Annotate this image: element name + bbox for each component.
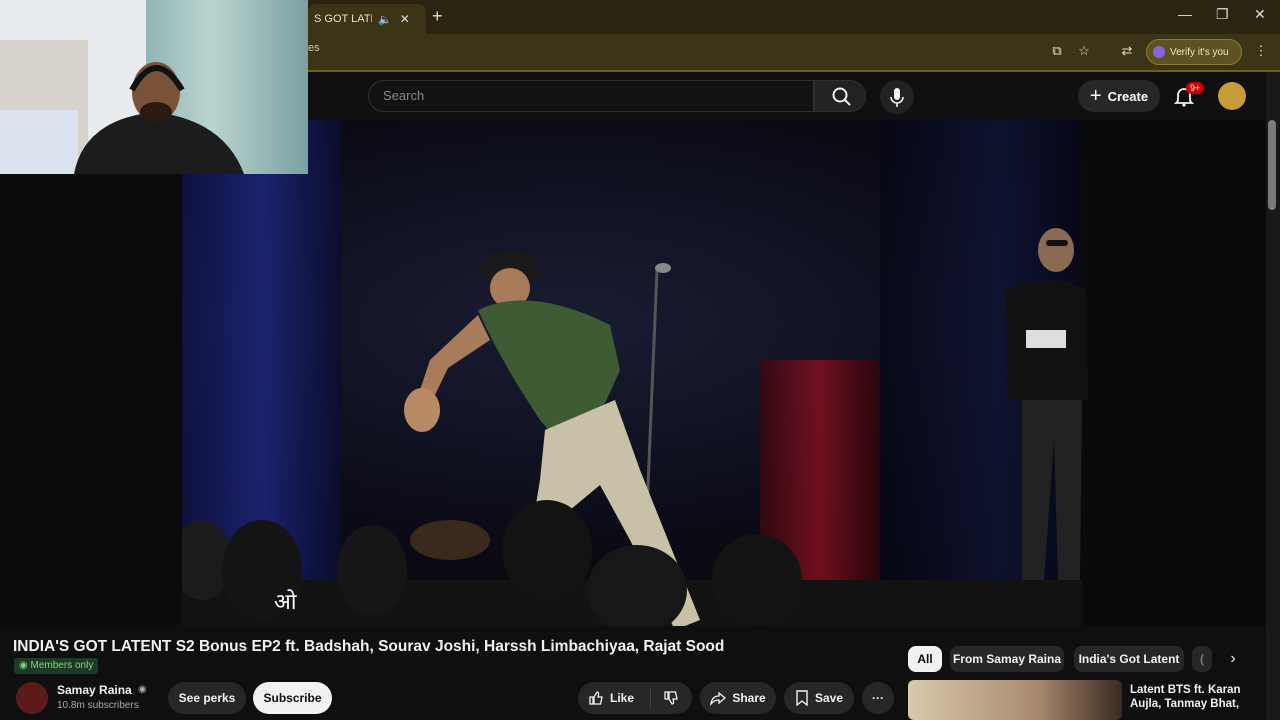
- microphone-icon: [890, 88, 904, 107]
- more-horizontal-icon: ···: [872, 691, 884, 705]
- webcam-screen: [0, 110, 78, 174]
- verify-label: Verify it's you: [1170, 46, 1229, 58]
- recommended-thumbnail[interactable]: [908, 680, 1122, 720]
- close-tab-icon[interactable]: ✕: [400, 12, 410, 26]
- new-tab-icon[interactable]: +: [432, 6, 443, 27]
- recommended-title[interactable]: Latent BTS ft. Karan Aujla, Tanmay Bhat,: [1130, 683, 1260, 711]
- video-player[interactable]: ओ: [0, 120, 1266, 626]
- speaker-icon[interactable]: 🔈: [378, 13, 392, 26]
- subscribe-label: Subscribe: [263, 691, 322, 705]
- channel-name[interactable]: Samay Raina: [57, 683, 132, 697]
- extensions-icon[interactable]: ⇄: [1118, 42, 1136, 60]
- search-button[interactable]: [814, 80, 866, 112]
- webcam-overlay: [0, 0, 308, 174]
- chip-partial[interactable]: (: [1192, 646, 1212, 672]
- create-button[interactable]: + Create: [1078, 80, 1160, 112]
- video-subtitle: ओ: [274, 589, 297, 614]
- video-left-shadow: [0, 120, 182, 626]
- scrollbar-thumb[interactable]: [1268, 120, 1276, 210]
- chip-from-samay-raina[interactable]: From Samay Raina: [950, 646, 1064, 672]
- see-perks-label: See perks: [178, 691, 236, 705]
- save-icon: [796, 690, 808, 706]
- plus-icon: +: [1089, 85, 1102, 107]
- maximize-icon[interactable]: ❐: [1216, 6, 1229, 23]
- members-only-badge: ◉ Members only: [14, 658, 99, 674]
- security-guard-figure: [1006, 228, 1088, 597]
- tab-title: S GOT LATENT: [314, 13, 372, 25]
- channel-avatar[interactable]: [16, 682, 48, 714]
- window-close-icon[interactable]: ✕: [1254, 6, 1266, 23]
- voice-search-button[interactable]: [880, 80, 914, 114]
- like-dislike-group: Like: [578, 682, 692, 714]
- more-actions-button[interactable]: ···: [862, 682, 894, 714]
- chip-indias-got-latent[interactable]: India's Got Latent: [1074, 646, 1184, 672]
- like-button[interactable]: Like: [588, 688, 651, 708]
- save-button[interactable]: Save: [784, 682, 854, 714]
- thumbs-down-icon: [664, 691, 678, 705]
- members-label: Members only: [30, 660, 94, 671]
- share-button[interactable]: Share: [700, 682, 776, 714]
- thumbs-up-icon: [589, 691, 603, 705]
- see-perks-button[interactable]: See perks: [168, 682, 246, 714]
- verify-button[interactable]: Verify it's you: [1146, 39, 1242, 65]
- video-title: INDIA'S GOT LATENT S2 Bonus EP2 ft. Bads…: [13, 638, 725, 655]
- like-label: Like: [610, 691, 635, 705]
- webcam-person: [74, 62, 244, 174]
- search-input[interactable]: Search: [368, 80, 814, 112]
- notification-count-badge: 9+: [1186, 82, 1205, 94]
- profile-dot-icon: [1153, 46, 1165, 58]
- chip-all[interactable]: All: [908, 646, 942, 672]
- video-right-shadow: [1082, 120, 1266, 626]
- bookmark-star-icon[interactable]: ☆: [1075, 42, 1093, 60]
- browser-tab[interactable]: S GOT LATENT 🔈 ✕: [308, 4, 426, 34]
- subscribe-button[interactable]: Subscribe: [253, 682, 332, 714]
- chevron-right-icon[interactable]: ›: [1222, 648, 1244, 670]
- url-text[interactable]: es: [308, 42, 320, 54]
- browser-menu-icon[interactable]: ⋮: [1252, 42, 1270, 60]
- dislike-button[interactable]: [651, 690, 691, 706]
- share-icon: [710, 691, 727, 706]
- create-label: Create: [1107, 88, 1149, 104]
- save-label: Save: [814, 691, 844, 705]
- search-icon: [832, 87, 851, 106]
- share-label: Share: [732, 691, 766, 705]
- account-avatar[interactable]: [1218, 82, 1246, 110]
- verified-icon: ◉: [138, 684, 147, 695]
- members-icon: ◉: [19, 660, 31, 671]
- cast-icon[interactable]: ⧉: [1048, 42, 1066, 60]
- subscriber-count: 10.8m subscribers: [57, 700, 139, 711]
- minimize-icon[interactable]: —: [1178, 6, 1192, 22]
